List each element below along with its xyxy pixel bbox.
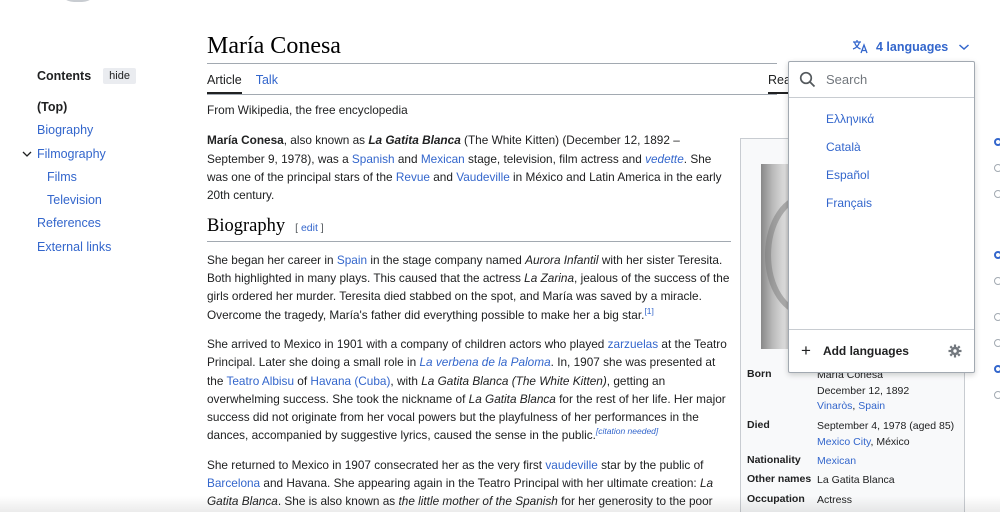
biography-paragraph-3: She returned to Mexico in 1907 consecrat…: [207, 457, 714, 509]
link-zarzuelas[interactable]: zarzuelas: [608, 337, 659, 351]
toc-item-filmography[interactable]: Filmography: [37, 147, 106, 161]
intro-paragraph: María Conesa, also known as La Gatita Bl…: [207, 133, 722, 203]
infobox-row-nationality: Nationality Mexican: [747, 454, 857, 467]
table-of-contents: Contents hide (Top) Biography Filmograph…: [22, 68, 177, 261]
link-spanish[interactable]: Spanish: [352, 152, 395, 166]
edge-radio-fragment: [994, 339, 1000, 347]
link-spain[interactable]: Spain: [337, 253, 367, 267]
search-icon: [799, 71, 816, 88]
tab-article[interactable]: Article: [207, 73, 242, 94]
tabs-divider: [207, 94, 777, 95]
link-vedette[interactable]: vedette: [645, 152, 684, 166]
language-item-french[interactable]: Français: [826, 196, 974, 224]
edit-link[interactable]: edit: [301, 222, 318, 234]
reference-link[interactable]: [1]: [644, 306, 653, 316]
edge-radio-fragment: [994, 164, 1000, 172]
tab-read[interactable]: Rea: [768, 73, 790, 94]
link-verbena[interactable]: La verbena de la Paloma: [419, 355, 550, 369]
toc-item-films[interactable]: Films: [37, 168, 177, 191]
infobox-row-occupation: Occupation Actress: [747, 493, 853, 506]
section-edit: [ edit ]: [295, 222, 324, 235]
gear-icon[interactable]: [948, 344, 962, 358]
link-vaudeville[interactable]: Vaudeville: [456, 170, 510, 184]
language-button-label: 4 languages: [876, 39, 949, 54]
section-heading-biography: Biography[ edit ]: [207, 217, 731, 242]
language-item-greek[interactable]: Ελληνικά: [826, 112, 974, 140]
toc-title: Contents: [37, 69, 92, 83]
infobox-row-died: Died September 4, 1978 (aged 85) Mexico …: [747, 419, 955, 448]
link-mexican[interactable]: Mexican: [421, 152, 465, 166]
language-search-input[interactable]: [826, 72, 956, 87]
infobox-row-born: Born María Conesa December 12, 1892 Vina…: [747, 368, 910, 412]
edge-radio-fragment: [994, 313, 1000, 321]
logo-fragment: [58, 0, 98, 2]
link-teatro-albisu[interactable]: Teatro Albisu: [226, 374, 294, 388]
language-item-spanish[interactable]: Español: [826, 168, 974, 196]
translate-icon: [852, 40, 868, 54]
language-item-catalan[interactable]: Català: [826, 140, 974, 168]
citation-needed-link[interactable]: [citation needed]: [596, 427, 658, 437]
nickname: La Gatita Blanca: [368, 133, 461, 148]
link-revue[interactable]: Revue: [396, 170, 430, 184]
toc-item-references[interactable]: References: [37, 214, 177, 237]
edge-radio-fragment: [994, 190, 1000, 198]
namespace-tabs: Article Talk: [207, 73, 278, 94]
article-body: From Wikipedia, the free encyclopedia Ma…: [207, 101, 731, 512]
toc-hide-button[interactable]: hide: [103, 68, 136, 84]
edge-radio-fragment: [994, 391, 1000, 399]
biography-paragraph-2: She arrived to Mexico in 1901 with a com…: [207, 336, 727, 443]
toc-item-filmography-row: Filmography: [22, 145, 177, 168]
link-havana[interactable]: Havana (Cuba): [310, 374, 390, 388]
edge-radio-fragment: [994, 251, 1000, 259]
link-vinaros[interactable]: Vinaròs: [817, 400, 852, 412]
link-vaudeville-2[interactable]: vaudeville: [545, 458, 597, 472]
biography-paragraph-1: She began her career in Spain in the sta…: [207, 252, 730, 322]
chevron-down-icon[interactable]: [22, 149, 32, 159]
link-barcelona[interactable]: Barcelona: [207, 476, 260, 490]
language-button[interactable]: 4 languages: [852, 39, 970, 54]
infobox-row-other-names: Other names La Gatita Blanca: [747, 473, 895, 486]
link-mexican-infobox[interactable]: Mexican: [817, 455, 856, 467]
title-divider: [207, 63, 777, 64]
tab-talk[interactable]: Talk: [256, 73, 278, 94]
link-spain-infobox[interactable]: Spain: [858, 400, 885, 412]
subject-name: María Conesa: [207, 133, 284, 148]
tagline: From Wikipedia, the free encyclopedia: [207, 103, 408, 117]
plus-icon: +: [801, 341, 811, 360]
edge-radio-fragment: [994, 138, 1000, 146]
chevron-down-icon: [959, 43, 970, 50]
language-list: Ελληνικά Català Español Français: [789, 98, 974, 224]
page-title: María Conesa: [207, 33, 341, 59]
toc-header: Contents hide: [37, 68, 177, 84]
edge-radio-fragment: [994, 365, 1000, 373]
link-mexico-city[interactable]: Mexico City: [817, 436, 870, 448]
toc-item-biography[interactable]: Biography: [37, 121, 177, 144]
language-search-bar: [789, 62, 974, 98]
edge-radio-fragment: [994, 277, 1000, 285]
toc-item-top[interactable]: (Top): [37, 98, 177, 121]
add-languages-button[interactable]: Add languages: [823, 344, 909, 358]
toc-item-television[interactable]: Television: [37, 191, 177, 214]
language-footer: + Add languages: [789, 329, 974, 372]
language-dropdown: Ελληνικά Català Español Français + Add l…: [788, 61, 975, 373]
toc-item-external-links[interactable]: External links: [37, 238, 177, 261]
